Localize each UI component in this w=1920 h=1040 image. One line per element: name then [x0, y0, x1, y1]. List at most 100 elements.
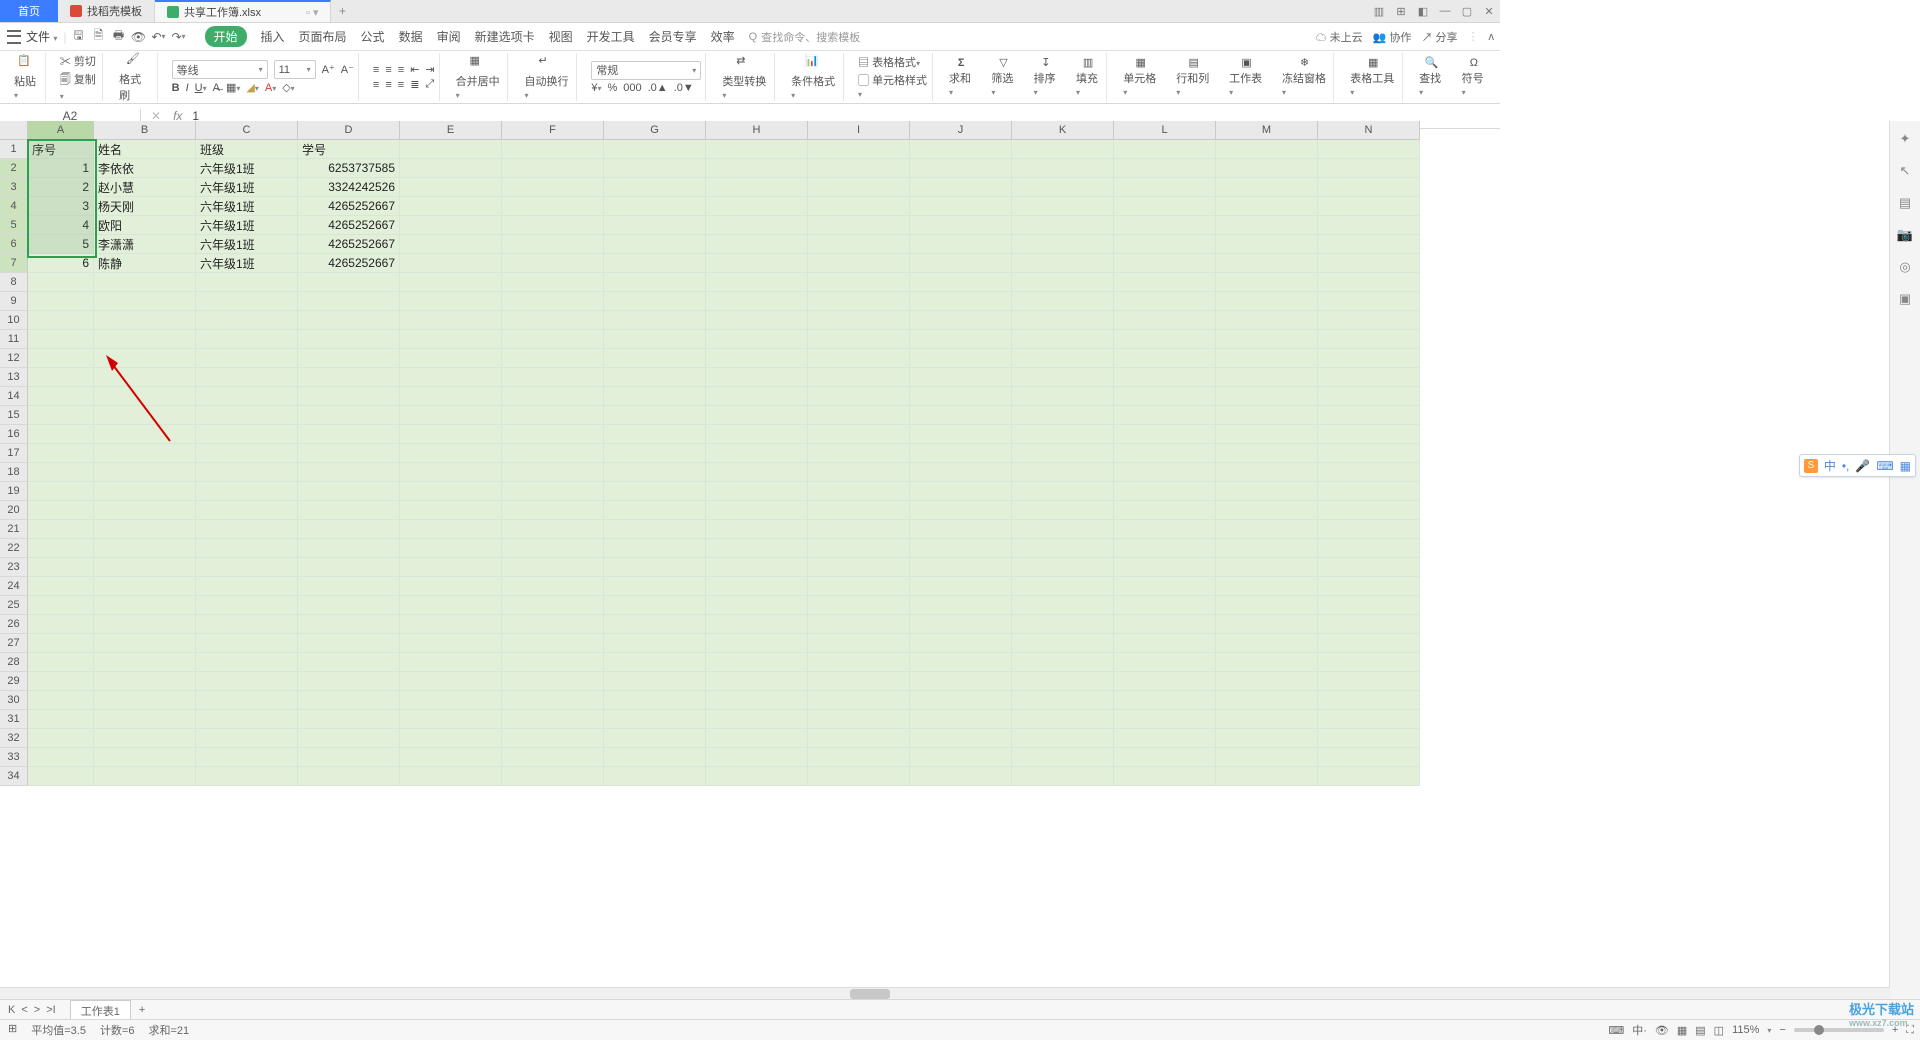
sheet-nav-last[interactable]: >I: [46, 1004, 55, 1016]
cell[interactable]: [196, 387, 298, 406]
cell[interactable]: [400, 216, 502, 235]
cell[interactable]: [94, 520, 196, 539]
saveas-icon[interactable]: 🗎: [91, 29, 107, 45]
cell[interactable]: [502, 254, 604, 273]
cell[interactable]: 杨天刚: [94, 197, 196, 216]
inc-font-icon[interactable]: A⁺: [322, 63, 335, 76]
cell[interactable]: [28, 558, 94, 577]
cell[interactable]: [400, 615, 502, 634]
cell[interactable]: [400, 425, 502, 444]
cell[interactable]: [196, 273, 298, 292]
border-icon[interactable]: ▦▾: [226, 81, 240, 94]
cell[interactable]: [604, 729, 706, 748]
cell[interactable]: [1114, 425, 1216, 444]
cell[interactable]: [1114, 501, 1216, 520]
cell[interactable]: [910, 425, 1012, 444]
cloud-status[interactable]: ☁ 未上云: [1316, 29, 1363, 45]
cell[interactable]: [28, 596, 94, 615]
cell[interactable]: [502, 596, 604, 615]
cell[interactable]: [94, 311, 196, 330]
col-header[interactable]: H: [706, 121, 808, 140]
cell[interactable]: [1318, 463, 1420, 482]
cell[interactable]: [808, 558, 910, 577]
cell[interactable]: [298, 710, 400, 729]
cell[interactable]: [1216, 292, 1318, 311]
strike-icon[interactable]: A̶: [213, 82, 220, 94]
cell[interactable]: [196, 292, 298, 311]
cell[interactable]: [1318, 539, 1420, 558]
cell[interactable]: [1114, 539, 1216, 558]
align-justify-icon[interactable]: ≣: [410, 78, 419, 91]
cell[interactable]: 1: [28, 159, 94, 178]
symbol-button[interactable]: Ω符号▾: [1460, 57, 1488, 98]
cell[interactable]: [1012, 197, 1114, 216]
cell[interactable]: [502, 710, 604, 729]
cell[interactable]: [1114, 710, 1216, 729]
cell[interactable]: [298, 672, 400, 691]
cell[interactable]: [400, 653, 502, 672]
cell[interactable]: [502, 577, 604, 596]
cell[interactable]: [808, 691, 910, 710]
table-style-button[interactable]: ▤ 表格格式▾: [858, 54, 920, 70]
cell[interactable]: [1216, 197, 1318, 216]
cell[interactable]: [28, 368, 94, 387]
cell[interactable]: [196, 444, 298, 463]
tab-templates[interactable]: 找稻壳模板: [58, 0, 155, 22]
cell[interactable]: [196, 710, 298, 729]
cell[interactable]: [28, 767, 94, 786]
cell[interactable]: 4: [28, 216, 94, 235]
cell[interactable]: [94, 672, 196, 691]
cell[interactable]: [1114, 596, 1216, 615]
cell[interactable]: [502, 672, 604, 691]
cell[interactable]: [604, 577, 706, 596]
cell[interactable]: [400, 748, 502, 767]
cell[interactable]: [28, 539, 94, 558]
cell[interactable]: [400, 273, 502, 292]
cell[interactable]: [706, 216, 808, 235]
cell[interactable]: [604, 463, 706, 482]
indent-dec-icon[interactable]: ⇤: [410, 63, 419, 76]
cell[interactable]: [196, 729, 298, 748]
cell[interactable]: [94, 558, 196, 577]
wrap-button[interactable]: ↵自动换行▾: [522, 54, 572, 101]
cell[interactable]: [502, 197, 604, 216]
row-header[interactable]: 12: [0, 349, 28, 368]
cell[interactable]: [604, 235, 706, 254]
row-header[interactable]: 10: [0, 311, 28, 330]
cell[interactable]: [808, 273, 910, 292]
tab-formula[interactable]: 公式: [361, 28, 385, 45]
cell[interactable]: [1012, 501, 1114, 520]
cell[interactable]: [400, 729, 502, 748]
cell[interactable]: [910, 577, 1012, 596]
cell[interactable]: [1012, 425, 1114, 444]
cell[interactable]: [502, 425, 604, 444]
cell[interactable]: [298, 368, 400, 387]
fill-button[interactable]: ▥填充▾: [1074, 56, 1102, 98]
size-select[interactable]: 11▾: [274, 60, 316, 79]
cell[interactable]: [706, 292, 808, 311]
ime-grid-icon[interactable]: ▦: [1900, 459, 1911, 473]
sum-button[interactable]: Σ求和▾: [947, 57, 975, 98]
cell[interactable]: [28, 387, 94, 406]
cell[interactable]: [196, 653, 298, 672]
cell[interactable]: [196, 634, 298, 653]
row-header[interactable]: 23: [0, 558, 28, 577]
zoom-slider[interactable]: [1794, 1028, 1884, 1032]
row-header[interactable]: 16: [0, 425, 28, 444]
freeze-button[interactable]: ❄冻结窗格▾: [1280, 56, 1329, 98]
share-button[interactable]: ↗ 分享: [1421, 29, 1457, 45]
cell[interactable]: [1012, 672, 1114, 691]
row-header[interactable]: 5: [0, 216, 28, 235]
cell[interactable]: [1114, 368, 1216, 387]
cell[interactable]: [1216, 387, 1318, 406]
cell[interactable]: [28, 520, 94, 539]
cell[interactable]: [94, 539, 196, 558]
cell[interactable]: [94, 748, 196, 767]
cell[interactable]: [1318, 254, 1420, 273]
cell[interactable]: [502, 520, 604, 539]
cell[interactable]: [1216, 615, 1318, 634]
cell[interactable]: [1114, 558, 1216, 577]
tab-menu-icon[interactable]: ▫ ▾: [306, 6, 318, 19]
zoom-value[interactable]: 115%: [1732, 1024, 1759, 1036]
cell[interactable]: [706, 406, 808, 425]
